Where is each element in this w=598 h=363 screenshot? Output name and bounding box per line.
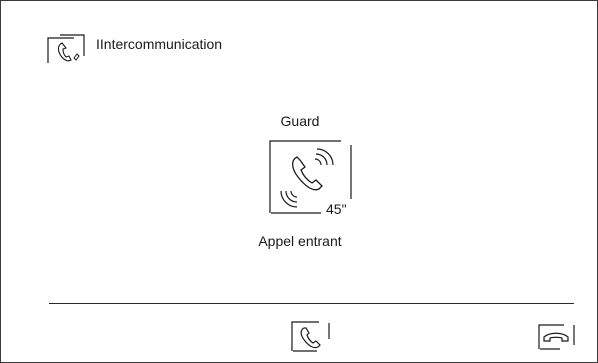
answer-call-icon (289, 319, 333, 353)
hang-up-button[interactable] (536, 321, 578, 351)
hang-up-icon (536, 321, 578, 351)
intercom-screen: IIntercommunication Guard 45" Appel entr… (0, 0, 598, 363)
call-status: Appel entrant (258, 233, 342, 249)
divider (49, 303, 574, 304)
call-timer: 45" (326, 201, 347, 217)
caller-name: Guard (280, 113, 320, 129)
intercom-handset-icon (44, 32, 88, 66)
header-title: IIntercommunication (96, 36, 223, 52)
answer-call-button[interactable] (289, 319, 333, 353)
